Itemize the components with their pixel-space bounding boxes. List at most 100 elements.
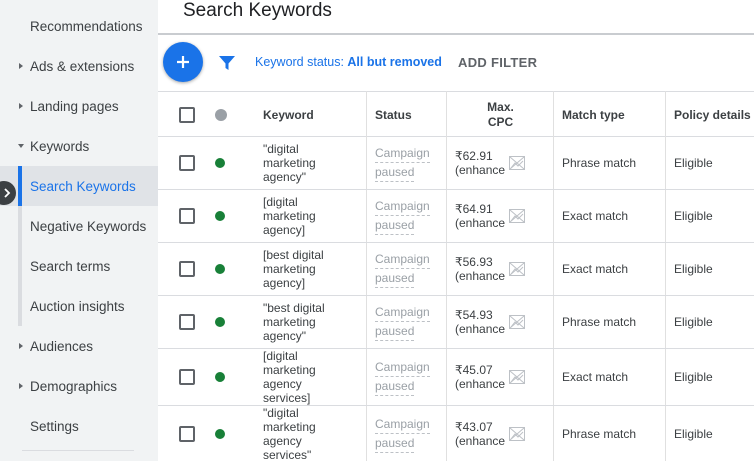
filter-icon[interactable] bbox=[218, 54, 236, 72]
keyword-text[interactable]: [best digital marketing agency] bbox=[263, 248, 353, 290]
cpc-value[interactable]: ₹62.91 bbox=[455, 149, 493, 163]
column-header-policy-details[interactable]: Policy details bbox=[674, 92, 751, 137]
expand-right-icon bbox=[16, 101, 26, 111]
header-divider bbox=[158, 33, 754, 35]
status-line2[interactable]: paused bbox=[375, 434, 415, 453]
page-title: Search Keywords bbox=[183, 0, 332, 21]
row-checkbox[interactable] bbox=[179, 369, 195, 385]
row-select-cell bbox=[179, 190, 195, 242]
keyword-text[interactable]: "digital marketing agency" bbox=[263, 142, 353, 184]
cpc-value[interactable]: ₹54.93 bbox=[455, 308, 493, 322]
status-text-cell: Campaign paused bbox=[375, 349, 435, 405]
status-cell bbox=[215, 137, 225, 189]
match-type-cell: Phrase match bbox=[562, 156, 637, 170]
select-all-cell bbox=[179, 92, 195, 137]
table-row[interactable]: [digital marketing agency services] Camp… bbox=[158, 349, 754, 406]
status-dot-icon bbox=[215, 108, 227, 121]
cpc-value[interactable]: ₹43.07 bbox=[455, 420, 493, 434]
status-cell bbox=[215, 190, 225, 242]
cpc-note: (enhance bbox=[455, 322, 506, 336]
cpc-note: (enhance bbox=[455, 216, 506, 230]
status-line2[interactable]: paused bbox=[375, 269, 415, 288]
sidebar-item-demographics[interactable]: Demographics bbox=[0, 366, 158, 406]
keyword-text[interactable]: [digital marketing agency services] bbox=[263, 349, 333, 405]
keyword-cell: "digital marketing agency" bbox=[263, 137, 353, 189]
sidebar-item-ads-extensions[interactable]: Ads & extensions bbox=[0, 46, 158, 86]
keyword-cell: "digital marketing agency services" bbox=[263, 406, 333, 461]
select-all-checkbox[interactable] bbox=[179, 106, 195, 123]
sidebar-item-auction-insights[interactable]: Auction insights bbox=[0, 286, 158, 326]
cpc-value[interactable]: ₹64.91 bbox=[455, 202, 493, 216]
cpc-note: (enhance bbox=[455, 377, 506, 391]
status-cell bbox=[215, 243, 225, 295]
bid-strategy-icon[interactable] bbox=[509, 370, 525, 384]
add-filter-button[interactable]: ADD FILTER bbox=[458, 55, 537, 70]
keyword-cell: "best digital marketing agency" bbox=[263, 296, 353, 348]
policy-cell: Eligible bbox=[674, 427, 713, 441]
cpc-note: (enhance bbox=[455, 269, 506, 283]
keyword-text[interactable]: "digital marketing agency services" bbox=[263, 406, 333, 461]
table-row[interactable]: "digital marketing agency" Campaign pause… bbox=[158, 137, 754, 190]
keyword-status-filter[interactable]: Keyword status: All but removed bbox=[255, 55, 442, 69]
column-header-match-type[interactable]: Match type bbox=[562, 92, 625, 137]
sidebar-item-negative-keywords[interactable]: Negative Keywords bbox=[0, 206, 158, 246]
table-row[interactable]: [digital marketing agency] Campaign pause… bbox=[158, 190, 754, 243]
sidebar-item-landing-pages[interactable]: Landing pages bbox=[0, 86, 158, 126]
enabled-dot-icon bbox=[215, 317, 225, 327]
bid-strategy-icon[interactable] bbox=[509, 156, 525, 170]
row-checkbox[interactable] bbox=[179, 155, 195, 171]
column-header-max-cpc[interactable]: Max. CPC bbox=[447, 92, 554, 137]
policy-cell: Eligible bbox=[674, 209, 713, 223]
sidebar-item-settings[interactable]: Settings bbox=[0, 406, 158, 446]
sidebar-item-search-keywords[interactable]: Search Keywords bbox=[0, 166, 158, 206]
expand-right-icon bbox=[16, 61, 26, 71]
max-cpc-cell: ₹45.07 (enhance bbox=[455, 349, 505, 405]
bid-strategy-icon[interactable] bbox=[509, 315, 525, 329]
status-text-cell: Campaign paused bbox=[375, 137, 435, 189]
status-line1[interactable]: Campaign bbox=[375, 250, 430, 269]
active-indicator bbox=[18, 166, 22, 206]
table-row[interactable]: "best digital marketing agency" Campaign… bbox=[158, 296, 754, 349]
policy-cell: Eligible bbox=[674, 156, 713, 170]
keyword-text[interactable]: "best digital marketing agency" bbox=[263, 301, 353, 343]
sidebar-item-search-terms[interactable]: Search terms bbox=[0, 246, 158, 286]
cpc-note: (enhance bbox=[455, 434, 506, 448]
status-line1[interactable]: Campaign bbox=[375, 197, 430, 216]
row-select-cell bbox=[179, 137, 195, 189]
sidebar-item-label: Keywords bbox=[30, 138, 90, 154]
column-header-keyword[interactable]: Keyword bbox=[263, 92, 314, 137]
enabled-dot-icon bbox=[215, 211, 225, 221]
row-checkbox[interactable] bbox=[179, 314, 195, 330]
status-line1[interactable]: Campaign bbox=[375, 144, 430, 163]
add-keyword-button[interactable] bbox=[163, 42, 203, 82]
status-line1[interactable]: Campaign bbox=[375, 415, 430, 434]
sidebar-item-label: Landing pages bbox=[30, 98, 119, 114]
bid-strategy-icon[interactable] bbox=[509, 209, 525, 223]
status-line2[interactable]: paused bbox=[375, 322, 415, 341]
table-row[interactable]: [best digital marketing agency] Campaign… bbox=[158, 243, 754, 296]
status-line2[interactable]: paused bbox=[375, 216, 415, 235]
status-line1[interactable]: Campaign bbox=[375, 358, 430, 377]
status-line2[interactable]: paused bbox=[375, 377, 415, 396]
cpc-value[interactable]: ₹56.93 bbox=[455, 255, 493, 269]
column-header-status[interactable]: Status bbox=[375, 92, 412, 137]
table-row[interactable]: "digital marketing agency services" Camp… bbox=[158, 406, 754, 461]
sidebar-item-keywords[interactable]: Keywords bbox=[0, 126, 158, 166]
sidebar-item-audiences[interactable]: Audiences bbox=[0, 326, 158, 366]
row-checkbox[interactable] bbox=[179, 261, 195, 277]
status-dot-header bbox=[215, 92, 227, 137]
divider bbox=[22, 450, 134, 451]
status-line2[interactable]: paused bbox=[375, 163, 415, 182]
cpc-value[interactable]: ₹45.07 bbox=[455, 363, 493, 377]
row-checkbox[interactable] bbox=[179, 208, 195, 224]
row-select-cell bbox=[179, 406, 195, 461]
match-type-cell: Phrase match bbox=[562, 315, 637, 329]
bid-strategy-icon[interactable] bbox=[509, 427, 525, 441]
row-checkbox[interactable] bbox=[179, 426, 195, 442]
bid-strategy-icon[interactable] bbox=[509, 262, 525, 276]
status-line1[interactable]: Campaign bbox=[375, 303, 430, 322]
keyword-text[interactable]: [digital marketing agency] bbox=[263, 195, 353, 237]
match-type-cell: Phrase match bbox=[562, 427, 637, 441]
match-type-cell: Exact match bbox=[562, 370, 629, 384]
sidebar-item-recommendations[interactable]: Recommendations bbox=[0, 6, 158, 46]
